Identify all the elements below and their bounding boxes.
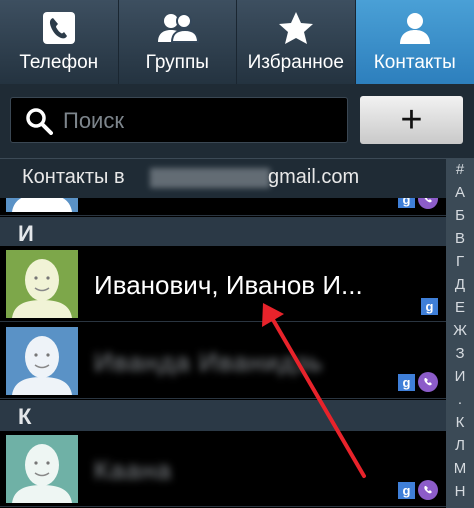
avatar <box>6 250 78 318</box>
redacted-email <box>150 168 270 188</box>
search-icon <box>25 107 53 139</box>
account-label: Контакты в <box>22 166 125 188</box>
index-letter[interactable]: Д <box>446 273 474 296</box>
tab-label: Контакты <box>373 52 456 73</box>
list-item[interactable]: Иванович, Иванов И... g <box>0 246 446 322</box>
avatar <box>6 198 78 212</box>
google-icon: g <box>398 198 415 208</box>
account-badges: g <box>398 480 438 500</box>
list-item[interactable]: Каана g <box>0 431 446 507</box>
tab-phone[interactable]: Телефон <box>0 0 119 84</box>
tab-contacts[interactable]: Контакты <box>355 0 474 84</box>
list-item[interactable]: g <box>0 198 446 216</box>
alphabet-index[interactable]: # А Б В Г Д Е Ж З И . К Л М Н <box>446 158 474 508</box>
section-letter: К <box>18 404 32 429</box>
section-letter: И <box>18 221 34 246</box>
index-letter[interactable]: И <box>446 365 474 388</box>
tab-groups[interactable]: Группы <box>118 0 237 84</box>
tab-label: Избранное <box>247 52 344 73</box>
contact-list[interactable]: g И Иванович, Иванов И... g Иванда Ивани… <box>0 198 446 508</box>
account-domain: gmail.com <box>268 166 360 188</box>
avatar <box>6 435 78 503</box>
account-badges: g <box>398 372 438 392</box>
google-icon: g <box>398 373 415 391</box>
viber-icon <box>418 480 438 500</box>
group-icon <box>119 8 237 48</box>
index-letter[interactable]: Г <box>446 250 474 273</box>
list-item[interactable]: Иванда Иванидзь g <box>0 323 446 399</box>
tab-favorites[interactable]: Избранное <box>237 0 356 84</box>
index-letter[interactable]: Н <box>446 480 474 503</box>
account-header: Контакты в gmail.com <box>0 158 446 198</box>
index-letter[interactable]: Е <box>446 296 474 319</box>
viber-icon <box>418 198 438 209</box>
avatar <box>6 327 78 395</box>
index-letter[interactable]: Л <box>446 434 474 457</box>
tab-label: Группы <box>145 52 209 73</box>
index-letter[interactable]: М <box>446 457 474 480</box>
index-letter[interactable]: В <box>446 227 474 250</box>
index-letter[interactable]: К <box>446 411 474 434</box>
index-letter[interactable]: З <box>446 342 474 365</box>
account-badges: g <box>398 198 438 209</box>
search-input[interactable]: Поиск <box>10 97 348 143</box>
google-icon: g <box>398 481 415 499</box>
account-badges: g <box>421 298 438 315</box>
index-letter[interactable]: # <box>446 158 474 181</box>
section-header: К <box>0 400 446 434</box>
contact-name: Каана <box>94 455 172 485</box>
search-bar: Поиск + <box>0 84 474 158</box>
phone-icon <box>0 8 118 48</box>
contact-name: Иванович, Иванов И... <box>94 270 363 300</box>
index-letter[interactable]: Б <box>446 204 474 227</box>
tab-bar: Телефон Группы Избранное Контакты <box>0 0 474 84</box>
index-letter[interactable]: . <box>446 388 474 411</box>
contact-name: Иванда Иванидзь <box>94 347 324 377</box>
index-letter[interactable]: А <box>446 181 474 204</box>
viber-icon <box>418 372 438 392</box>
google-icon: g <box>421 298 438 315</box>
tab-label: Телефон <box>19 52 99 73</box>
star-icon <box>237 8 355 48</box>
person-icon <box>356 8 474 48</box>
search-placeholder: Поиск <box>63 108 124 133</box>
index-letter[interactable]: Ж <box>446 319 474 342</box>
add-contact-button[interactable]: + <box>360 96 463 144</box>
